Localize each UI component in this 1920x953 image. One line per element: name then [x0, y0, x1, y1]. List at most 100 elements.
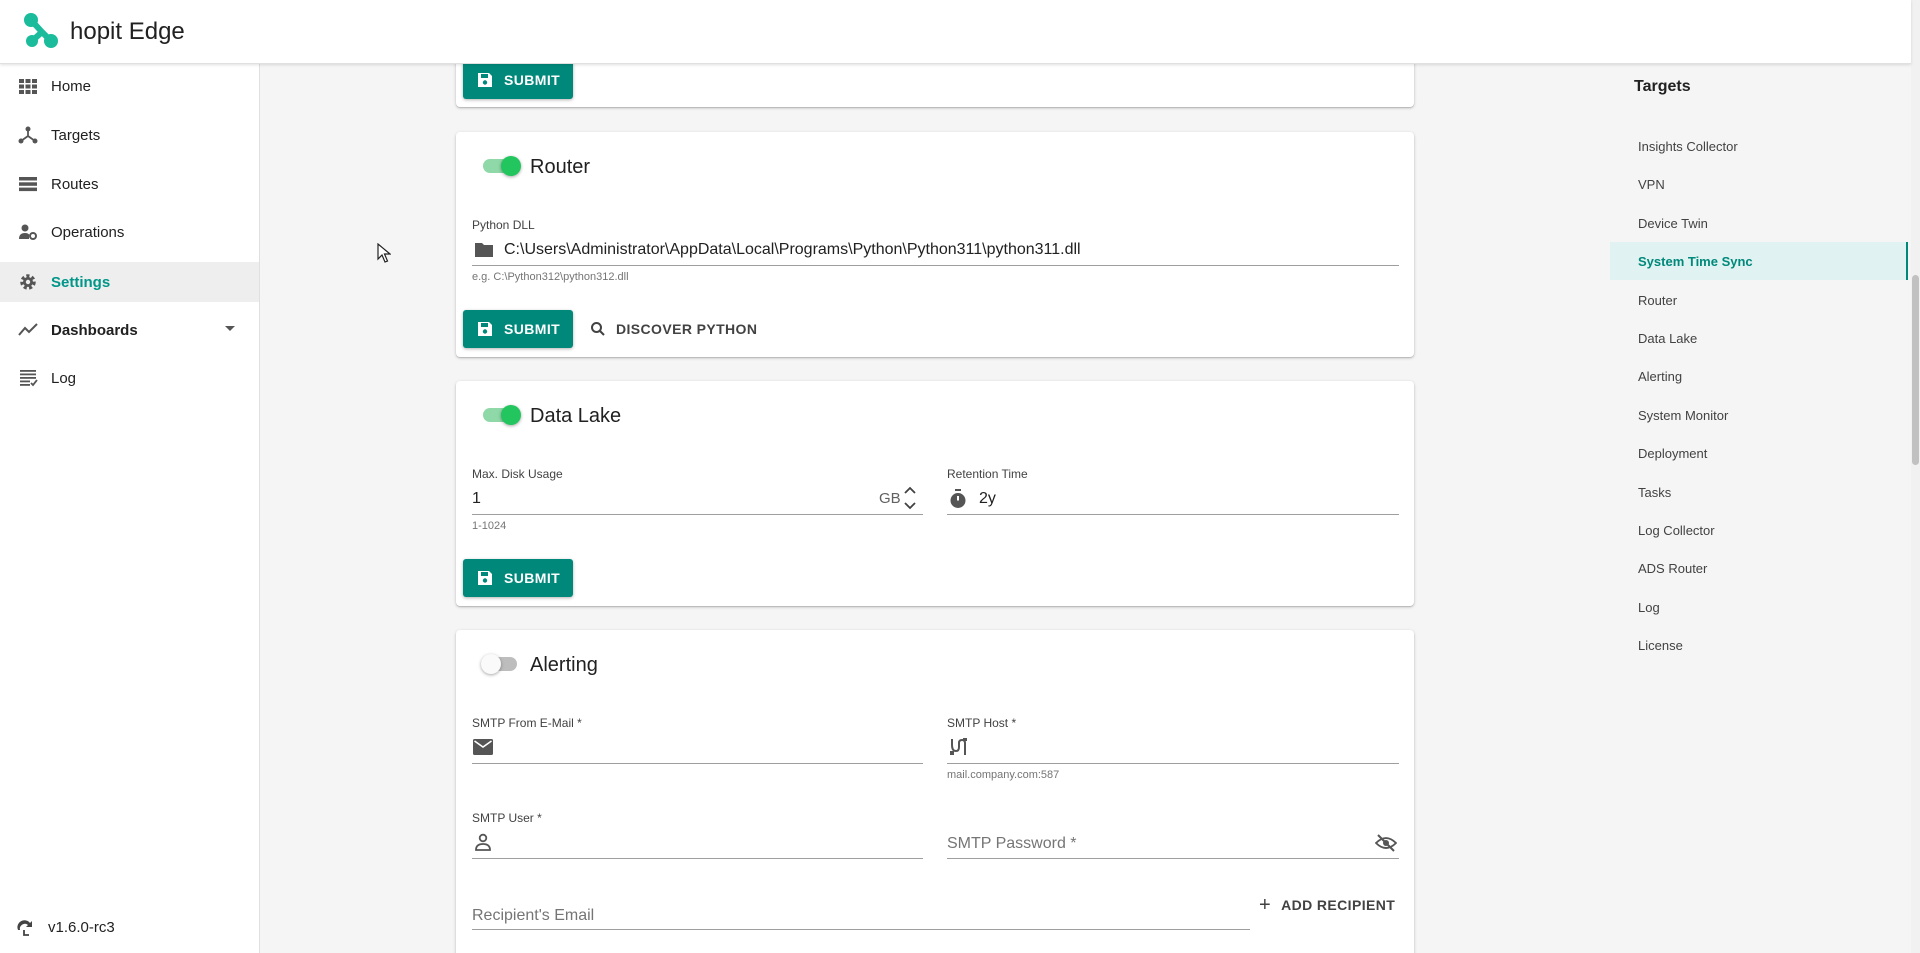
sidebar-item-label: Operations — [51, 223, 125, 241]
discover-python-label: DISCOVER PYTHON — [616, 321, 758, 337]
sidebar-item-routes[interactable]: Routes — [0, 164, 259, 204]
toc-item-license[interactable]: License — [1610, 626, 1908, 664]
submit-button[interactable]: SUBMIT — [463, 310, 573, 348]
toc-item-device-twin[interactable]: Device Twin — [1610, 204, 1908, 242]
toc-item-label: VPN — [1638, 177, 1665, 192]
sidebar-item-home[interactable]: Home — [0, 66, 259, 106]
submit-button-label: SUBMIT — [504, 570, 561, 586]
discover-python-button[interactable]: DISCOVER PYTHON — [590, 310, 757, 348]
version-info: v1.6.0-rc3 — [0, 908, 259, 948]
app-title: hopit Edge — [70, 18, 185, 45]
mouse-cursor-icon — [377, 243, 391, 263]
user-gear-icon — [19, 224, 37, 240]
trend-icon — [18, 323, 38, 336]
toc-item-label: Alerting — [1638, 369, 1683, 384]
smtp-host-label: SMTP Host * — [947, 716, 1017, 730]
smtp-from-input[interactable] — [472, 732, 923, 764]
toc-item-label: System Monitor — [1638, 408, 1729, 423]
toc-item-log-collector[interactable]: Log Collector — [1610, 511, 1908, 549]
toc-item-router[interactable]: Router — [1610, 281, 1908, 319]
toc-item-label: ADS Router — [1638, 561, 1708, 576]
recipient-email-placeholder: Recipient's Email — [472, 907, 595, 924]
retention-input[interactable]: 2y — [947, 483, 1399, 515]
max-disk-hint: 1-1024 — [472, 520, 507, 532]
recipient-email-input[interactable]: Recipient's Email — [472, 898, 1250, 930]
toc-item-label: Insights Collector — [1638, 139, 1738, 154]
smtp-password-placeholder: SMTP Password * — [947, 835, 1077, 852]
toc-item-insights-collector[interactable]: Insights Collector — [1610, 127, 1908, 165]
sidebar-item-dashboards[interactable]: Dashboards — [0, 310, 259, 350]
mail-icon — [473, 739, 493, 755]
sidebar-item-label: Settings — [51, 273, 111, 291]
eye-off-icon[interactable] — [1375, 833, 1397, 853]
toc-item-label: Device Twin — [1638, 216, 1708, 231]
sidebar-item-operations[interactable]: Operations — [0, 212, 259, 252]
alerting-toggle[interactable] — [481, 652, 521, 676]
retention-label: Retention Time — [947, 467, 1028, 481]
toc-item-system-monitor[interactable]: System Monitor — [1610, 396, 1908, 434]
folder-icon — [475, 243, 493, 257]
person-icon — [475, 833, 491, 851]
add-recipient-button[interactable]: + ADD RECIPIENT — [1259, 886, 1395, 924]
add-recipient-label: ADD RECIPIENT — [1281, 897, 1396, 913]
toc-item-label: Router — [1638, 293, 1678, 308]
timer-icon — [950, 489, 966, 508]
submit-button[interactable]: SUBMIT — [463, 61, 573, 99]
smtp-password-input[interactable]: SMTP Password * — [947, 827, 1399, 859]
sidebar-item-label: Targets — [51, 126, 101, 144]
toc-item-data-lake[interactable]: Data Lake — [1610, 319, 1908, 357]
card-datalake: Data Lake Max. Disk Usage 1 GB 1-1024 Re… — [456, 381, 1414, 606]
save-icon — [478, 73, 492, 87]
submit-button-label: SUBMIT — [504, 72, 561, 88]
python-dll-label: Python DLL — [472, 218, 535, 232]
toc-item-label: Deployment — [1638, 446, 1708, 461]
max-disk-input[interactable]: 1 GB — [472, 483, 923, 515]
smtp-host-input[interactable] — [947, 732, 1399, 764]
update-icon — [17, 920, 32, 936]
datalake-toggle[interactable] — [481, 403, 521, 427]
connection-icon — [950, 738, 967, 755]
network-icon — [18, 126, 38, 144]
page-scrollbar[interactable] — [1911, 0, 1920, 953]
card-alerting: Alerting SMTP From E-Mail * SMTP Host * … — [456, 630, 1414, 953]
router-toggle[interactable] — [481, 154, 521, 178]
plus-icon: + — [1259, 893, 1272, 916]
toc-item-log[interactable]: Log — [1610, 588, 1908, 626]
scrollbar-thumb[interactable] — [1912, 275, 1919, 465]
card-title: Alerting — [530, 654, 598, 676]
toc-item-label: Log — [1638, 600, 1660, 615]
sidebar-item-targets[interactable]: Targets — [0, 115, 259, 155]
sidebar-item-settings[interactable]: Settings — [0, 262, 259, 302]
sidebar-item-label: Log — [51, 369, 77, 387]
max-disk-unit: GB — [879, 490, 901, 507]
python-dll-value: C:\Users\Administrator\AppData\Local\Pro… — [504, 241, 1081, 258]
log-icon — [20, 370, 38, 387]
smtp-user-label: SMTP User * — [472, 811, 542, 825]
toc-item-deployment[interactable]: Deployment — [1610, 434, 1908, 472]
python-dll-hint: e.g. C:\Python312\python312.dll — [472, 271, 629, 283]
retention-value: 2y — [979, 490, 996, 507]
submit-button[interactable]: SUBMIT — [463, 559, 573, 597]
toc-item-ads-router[interactable]: ADS Router — [1610, 549, 1908, 587]
toc-item-label: Log Collector — [1638, 523, 1715, 538]
smtp-user-input[interactable] — [472, 827, 923, 859]
toc-item-label: Data Lake — [1638, 331, 1698, 346]
app-header: hopit Edge — [0, 0, 1911, 64]
stepper-icon[interactable] — [903, 485, 917, 511]
toc-title: Targets — [1634, 78, 1691, 95]
toc-item-tasks[interactable]: Tasks — [1610, 473, 1908, 511]
toc-item-label: License — [1638, 638, 1683, 653]
python-dll-field[interactable]: C:\Users\Administrator\AppData\Local\Pro… — [472, 234, 1399, 266]
app-logo-icon — [24, 13, 58, 48]
toc-item-system-time-sync[interactable]: System Time Sync — [1610, 242, 1908, 280]
max-disk-value: 1 — [472, 490, 481, 507]
grid-icon — [19, 79, 37, 94]
card-title: Data Lake — [530, 405, 622, 427]
chevron-down-icon — [225, 326, 235, 331]
toc-item-alerting[interactable]: Alerting — [1610, 357, 1908, 395]
sidebar: Home Targets Routes Operations Settings … — [0, 64, 260, 953]
save-icon — [478, 571, 492, 585]
toc-item-label: System Time Sync — [1638, 254, 1753, 269]
toc-item-vpn[interactable]: VPN — [1610, 165, 1908, 203]
sidebar-item-log[interactable]: Log — [0, 358, 259, 398]
